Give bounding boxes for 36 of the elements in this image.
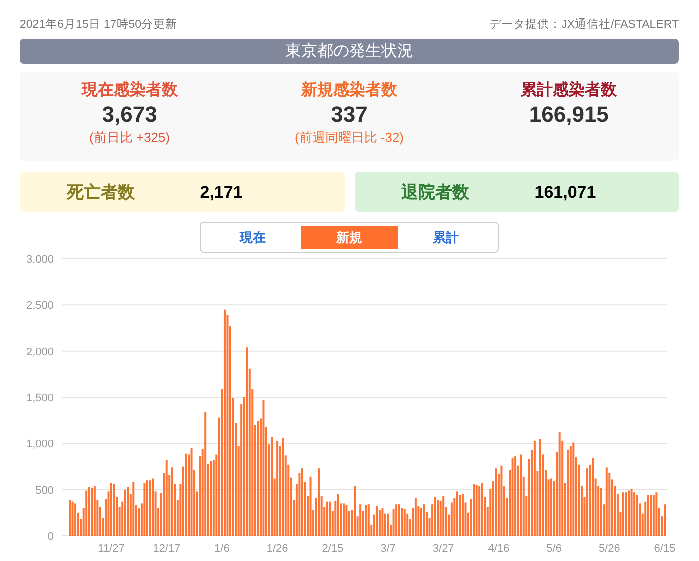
tab[interactable]: 新規 xyxy=(301,226,398,250)
section-title: 東京都の発生状況 xyxy=(20,39,679,64)
axis-label: 3/7 xyxy=(380,543,396,556)
axis-label: 2/15 xyxy=(322,543,344,556)
stat-change: (前週同曜日比 -32) xyxy=(294,129,404,148)
axis-label: 3,000 xyxy=(26,254,54,266)
total-label: 退院者数 xyxy=(400,182,471,204)
axis-label: 5/6 xyxy=(546,543,562,556)
axis-label: 2,000 xyxy=(26,346,54,359)
axis-label: 5/26 xyxy=(598,543,620,556)
stat-value: 3,673 xyxy=(102,101,158,130)
axis-label: 11/27 xyxy=(98,543,125,556)
axis-label: 3/27 xyxy=(432,543,454,556)
total-label: 死亡者数 xyxy=(66,182,136,204)
data-source: データ提供：JX通信社/FASTALERT xyxy=(490,18,679,33)
stat-value: 337 xyxy=(331,101,368,130)
update-time: 2021年6月15日 17時50分更新 xyxy=(20,17,178,33)
axis-label: 4/16 xyxy=(488,543,510,556)
axis-label: 6/15 xyxy=(654,543,676,556)
axis-label: 1,000 xyxy=(26,438,54,451)
axis-label: 1,500 xyxy=(26,392,54,405)
tab[interactable]: 現在 xyxy=(205,226,302,250)
tab[interactable]: 累計 xyxy=(398,226,494,250)
stat-value: 166,915 xyxy=(529,101,609,130)
total-value: 161,071 xyxy=(534,182,598,204)
axis-label: 1/26 xyxy=(266,543,288,556)
axis-label: 1/6 xyxy=(214,543,230,556)
stat-label: 累計感染者数 xyxy=(521,81,618,102)
stat-change: (前日比 +325) xyxy=(90,129,170,148)
axis-label: 500 xyxy=(36,485,54,498)
stat-label: 新規感染者数 xyxy=(301,81,398,102)
axis-label: 2,500 xyxy=(26,300,54,312)
axis-label: 0 xyxy=(48,531,54,544)
stat-label: 現在感染者数 xyxy=(82,81,178,102)
total-value: 2,171 xyxy=(199,182,244,204)
axis-label: 12/17 xyxy=(153,543,181,556)
